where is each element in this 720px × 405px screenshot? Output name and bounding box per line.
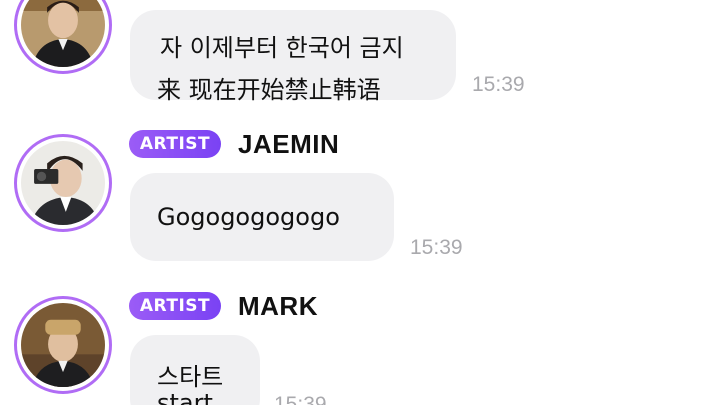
artist-badge: ARTIST [129, 292, 221, 320]
avatar-photo [21, 0, 105, 67]
sender-name[interactable]: MARK [238, 291, 318, 322]
artist-badge: ARTIST [129, 130, 221, 158]
message-text: 자 이제부터 한국어 금지 [160, 34, 404, 62]
message-text: 来 现在开始禁止韩语 [157, 76, 381, 104]
message-text: Gogogogogogo [157, 203, 340, 231]
avatar-photo [21, 303, 105, 387]
avatar[interactable] [14, 0, 112, 74]
message-timestamp: 15:39 [410, 236, 463, 259]
avatar-photo [21, 141, 105, 225]
avatar[interactable] [14, 134, 112, 232]
message-text: start [157, 389, 213, 405]
message-timestamp: 15:39 [274, 393, 327, 405]
sender-name[interactable]: JAEMIN [238, 129, 339, 160]
message-timestamp: 15:39 [472, 73, 525, 96]
avatar[interactable] [14, 296, 112, 394]
